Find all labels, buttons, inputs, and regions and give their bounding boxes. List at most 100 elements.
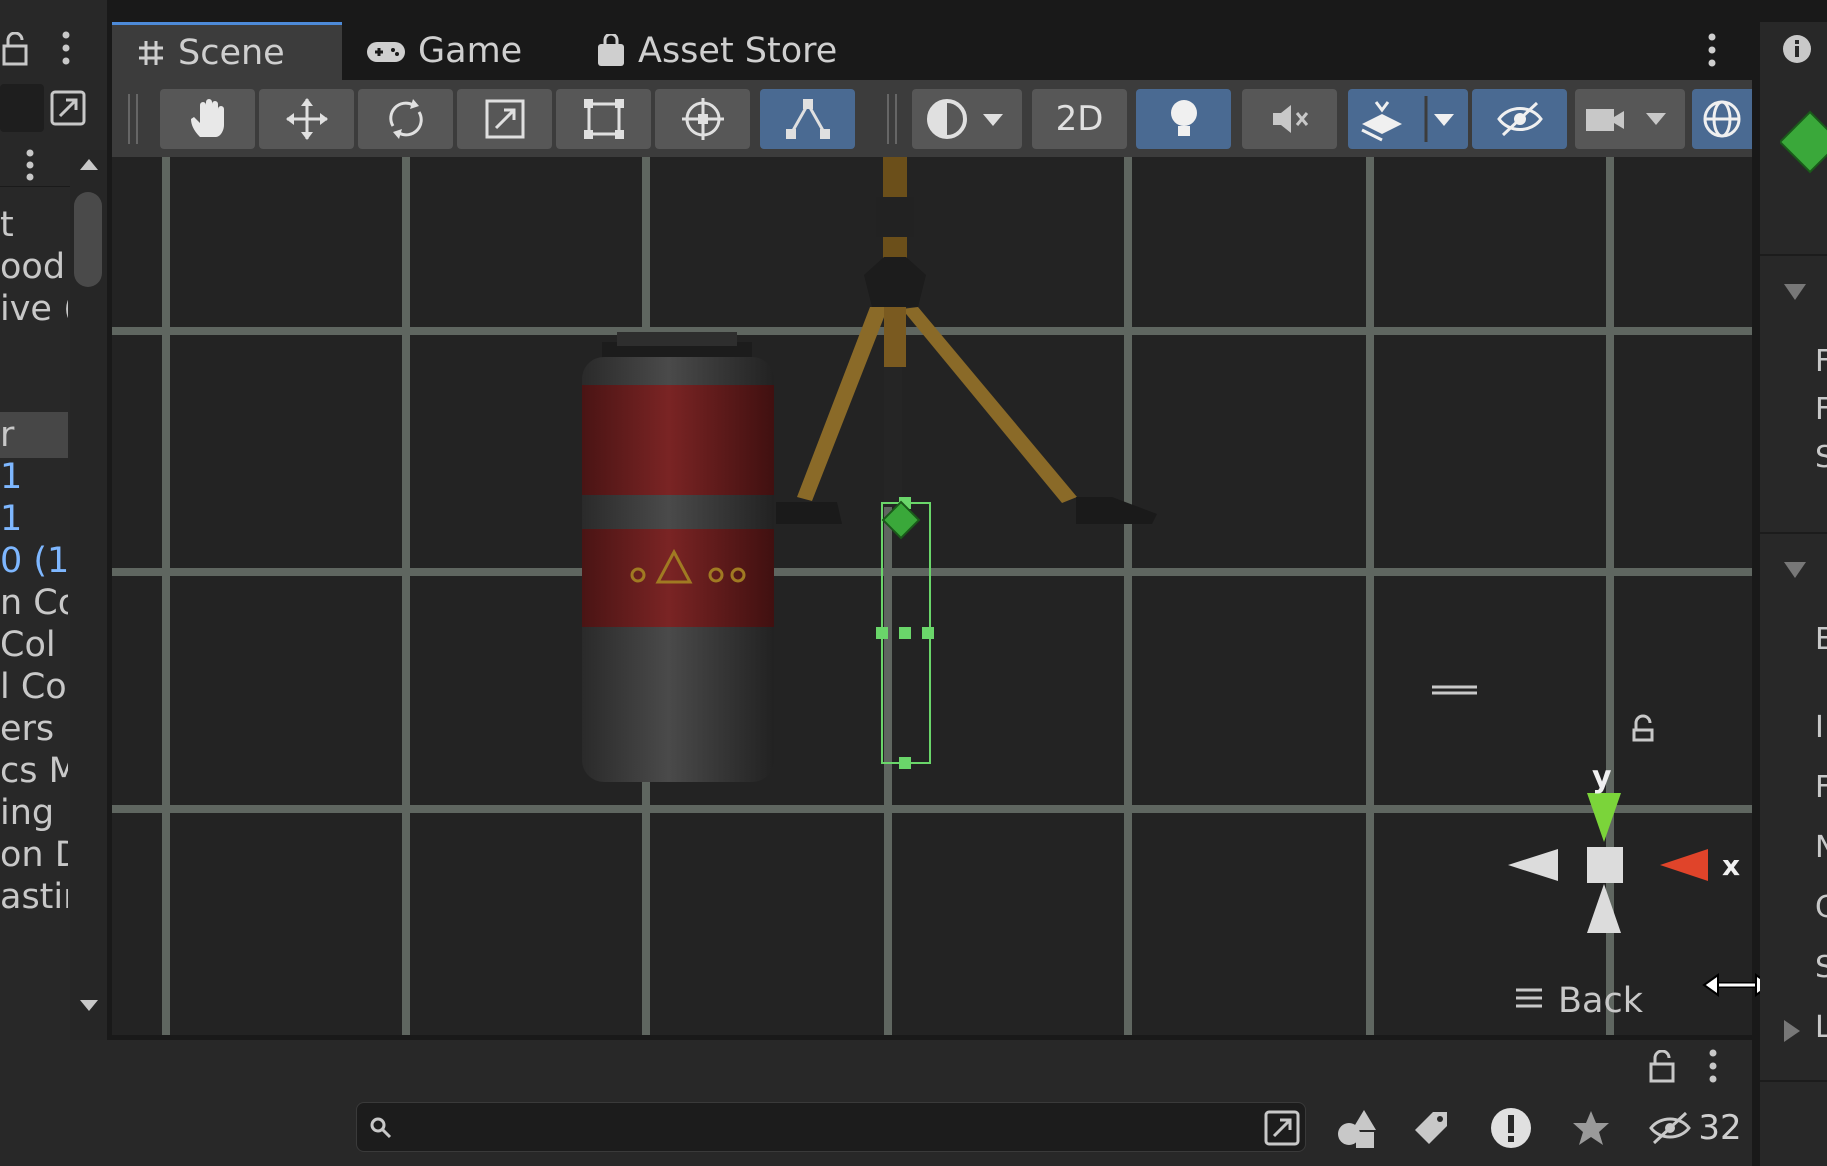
- scene-view-gizmo[interactable]: y x Back: [1432, 685, 1740, 1021]
- lock-icon[interactable]: [2, 32, 32, 66]
- shopping-bag-icon: [598, 34, 624, 66]
- shaded-sphere-icon: [927, 99, 1003, 139]
- rotate-icon: [388, 99, 423, 139]
- audio-toggle[interactable]: [1242, 89, 1337, 149]
- camera-icon: [1586, 109, 1666, 131]
- gameobject-icon: [1780, 110, 1827, 174]
- gizmo-x-label: x: [1722, 849, 1740, 882]
- hierarchy-item[interactable]: r: [0, 412, 68, 458]
- inspector-field-label: S: [1815, 950, 1827, 985]
- rotate-tool-button[interactable]: [358, 89, 453, 149]
- transform-icon: [681, 98, 724, 140]
- search-by-type-button[interactable]: [1323, 1098, 1389, 1158]
- gizmo-globe-icon: [1703, 100, 1741, 138]
- kebab-menu-icon[interactable]: [60, 30, 72, 66]
- scroll-down-arrow-icon[interactable]: [78, 998, 100, 1014]
- tripod-object[interactable]: [776, 157, 1157, 524]
- gamepad-icon: [367, 42, 405, 62]
- toolbar-separator: [887, 94, 897, 144]
- inspector-field-label: C: [1815, 890, 1827, 925]
- project-search-input[interactable]: [401, 1107, 1225, 1149]
- toggle-2d-label: 2D: [1055, 99, 1104, 139]
- audio-muted-icon: [1272, 105, 1308, 133]
- hierarchy-search-input[interactable]: [0, 84, 44, 132]
- rect-tool-button[interactable]: [556, 89, 651, 149]
- toggle-2d-button[interactable]: 2D: [1032, 89, 1127, 149]
- draw-mode-dropdown[interactable]: [912, 89, 1022, 149]
- project-search-field[interactable]: [356, 1102, 1306, 1152]
- open-window-icon[interactable]: [48, 88, 88, 128]
- eye-slash-icon: [1496, 101, 1543, 137]
- scene-visibility-toggle[interactable]: [1472, 89, 1567, 149]
- scale-icon: [485, 99, 524, 139]
- star-icon: [1573, 1111, 1609, 1145]
- tab-scene[interactable]: Scene: [112, 22, 342, 80]
- tab-label: Game: [418, 31, 523, 71]
- hierarchy-scrollbar[interactable]: [70, 150, 107, 1040]
- hierarchy-item[interactable]: n Co: [0, 580, 68, 626]
- inspector-field-label: N: [1815, 830, 1827, 865]
- tab-asset-store[interactable]: Asset Store: [572, 22, 872, 80]
- move-tool-button[interactable]: [259, 89, 354, 149]
- hierarchy-item[interactable]: l Col: [0, 664, 68, 710]
- hidden-packages-toggle[interactable]: 32: [1640, 1098, 1750, 1158]
- tab-game[interactable]: Game: [342, 22, 572, 80]
- foldout-arrow-icon[interactable]: [1782, 282, 1808, 302]
- inspector-field-label: F: [1815, 770, 1827, 805]
- effects-dropdown[interactable]: [1348, 89, 1468, 149]
- scale-tool-button[interactable]: [457, 89, 552, 149]
- scene-viewport[interactable]: y x Back: [112, 157, 1752, 1035]
- hierarchy-item[interactable]: astin: [0, 874, 68, 920]
- hierarchy-item[interactable]: [0, 370, 68, 416]
- gizmo-y-label: y: [1592, 760, 1612, 795]
- camera-settings-dropdown[interactable]: [1575, 89, 1685, 149]
- transform-tool-button[interactable]: [655, 89, 750, 149]
- kebab-menu-icon[interactable]: [1707, 1048, 1719, 1084]
- shapes-filter-icon: [1338, 1110, 1376, 1148]
- search-errors-button[interactable]: [1478, 1098, 1544, 1158]
- scrollbar-thumb[interactable]: [74, 192, 102, 287]
- search-by-label-button[interactable]: [1398, 1098, 1464, 1158]
- inspector-field-label: E: [1815, 622, 1827, 657]
- info-icon[interactable]: [1782, 34, 1812, 64]
- tab-label: Asset Store: [638, 31, 838, 71]
- view-label-back[interactable]: Back: [1558, 981, 1644, 1021]
- hierarchy-item[interactable]: 0 (1): [0, 538, 68, 584]
- kebab-menu-icon[interactable]: [1706, 32, 1718, 68]
- hand-tool-button[interactable]: [160, 89, 255, 149]
- hierarchy-item[interactable]: 1: [0, 454, 68, 500]
- hierarchy-item[interactable]: ive (: [0, 286, 68, 332]
- scene-lighting-toggle[interactable]: [1136, 89, 1231, 149]
- inspector-field-label: F: [1815, 344, 1827, 379]
- custom-editor-tool-button[interactable]: [760, 89, 855, 149]
- grid-hash-icon: [139, 40, 163, 65]
- scroll-up-arrow-icon[interactable]: [78, 156, 100, 172]
- gizmos-toggle[interactable]: [1692, 89, 1752, 149]
- hierarchy-item[interactable]: [0, 328, 68, 374]
- scene-canvas[interactable]: y x Back: [112, 157, 1752, 1035]
- hierarchy-item[interactable]: ing F: [0, 790, 68, 836]
- hierarchy-item[interactable]: 1: [0, 496, 68, 542]
- kebab-menu-icon[interactable]: [24, 148, 36, 182]
- hierarchy-item[interactable]: on D: [0, 832, 68, 878]
- hierarchy-item[interactable]: t: [0, 202, 68, 248]
- scene-grid: [112, 157, 1752, 1035]
- hierarchy-item[interactable]: ers: [0, 706, 68, 752]
- hierarchy-item[interactable]: Col: [0, 622, 68, 668]
- foldout-arrow-right-icon[interactable]: [1782, 1018, 1802, 1044]
- toolbar-grip[interactable]: [128, 94, 138, 144]
- hierarchy-item[interactable]: cs M: [0, 748, 68, 794]
- hierarchy-item[interactable]: oodie: [0, 244, 68, 290]
- hierarchy-header: [0, 20, 107, 80]
- foldout-arrow-icon[interactable]: [1782, 560, 1808, 580]
- favorites-button[interactable]: [1558, 1098, 1624, 1158]
- light-bulb-icon: [1170, 100, 1197, 136]
- open-window-icon[interactable]: [1263, 1109, 1301, 1147]
- search-icon: [370, 1117, 392, 1139]
- inspector-field-label: I: [1815, 710, 1824, 745]
- move-arrows-icon: [285, 98, 328, 140]
- lock-icon[interactable]: [1648, 1050, 1678, 1084]
- inspector-field-label: S: [1815, 440, 1827, 475]
- inspector-field-label: L: [1815, 1010, 1827, 1045]
- explosive-barrel-object[interactable]: [582, 332, 774, 782]
